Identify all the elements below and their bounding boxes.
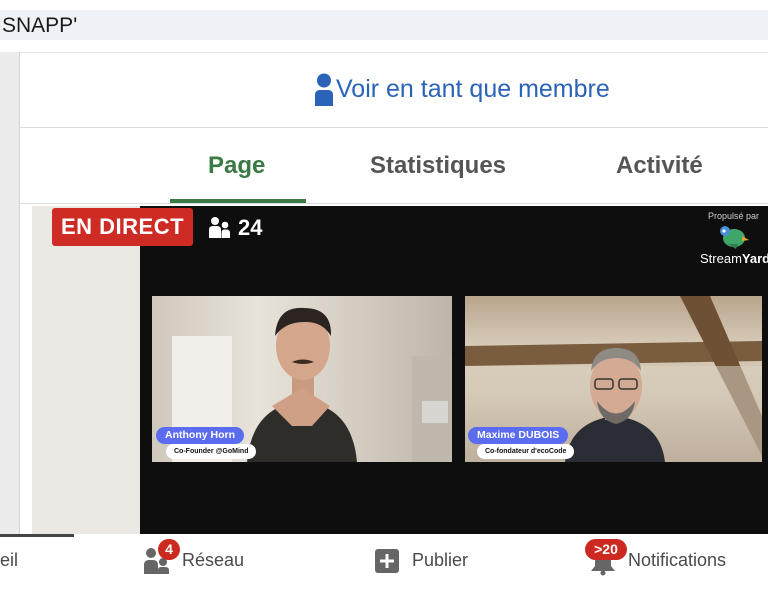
- nav-home-label[interactable]: eil: [0, 550, 18, 571]
- viewer-count: 24: [238, 215, 263, 240]
- live-badge: EN DIRECT: [52, 208, 193, 246]
- brand-yard: Yard: [741, 251, 768, 266]
- participant-1-role: Co-Founder @GoMind: [166, 444, 257, 459]
- left-side-panel: [0, 52, 20, 534]
- brand-stream: Stream: [700, 251, 742, 266]
- viewers-icon: [209, 217, 230, 238]
- notifications-badge: >20: [585, 539, 627, 560]
- powered-by-label: Propulsé par: [708, 211, 760, 221]
- nav-notifications-label[interactable]: Notifications: [628, 550, 726, 571]
- person-icon: [315, 73, 333, 106]
- nav-publish-label[interactable]: Publier: [412, 550, 468, 571]
- tab-activite[interactable]: Activité: [616, 152, 703, 180]
- participant-tile-1: Anthony Horn Co-Founder @GoMind: [152, 296, 452, 462]
- participant-1-name: Anthony Horn: [156, 427, 244, 444]
- participant-2-name: Maxime DUBOIS: [468, 427, 569, 444]
- page-tabs: Page Statistiques Activité: [20, 128, 768, 204]
- streamyard-brand: StreamYard: [700, 251, 768, 266]
- tab-page[interactable]: Page: [208, 152, 265, 180]
- streamyard-logo-icon: [720, 226, 749, 249]
- scroll-indicator: [0, 534, 74, 537]
- active-tab-indicator: [170, 199, 306, 203]
- network-badge: 4: [158, 539, 180, 560]
- video-side-background: [32, 206, 140, 534]
- tab-statistiques[interactable]: Statistiques: [370, 152, 506, 180]
- plus-icon[interactable]: [375, 549, 399, 573]
- title-strip: [0, 10, 768, 40]
- page-title: SNAPP': [2, 14, 78, 37]
- view-as-member-bar[interactable]: Voir en tant que membre: [20, 52, 768, 128]
- participant-tile-2: Maxime DUBOIS Co-fondateur d'ecoCode: [465, 296, 762, 462]
- view-as-member-link[interactable]: Voir en tant que membre: [336, 75, 610, 104]
- participant-2-role: Co-fondateur d'ecoCode: [477, 444, 575, 459]
- nav-network-label[interactable]: Réseau: [182, 550, 244, 571]
